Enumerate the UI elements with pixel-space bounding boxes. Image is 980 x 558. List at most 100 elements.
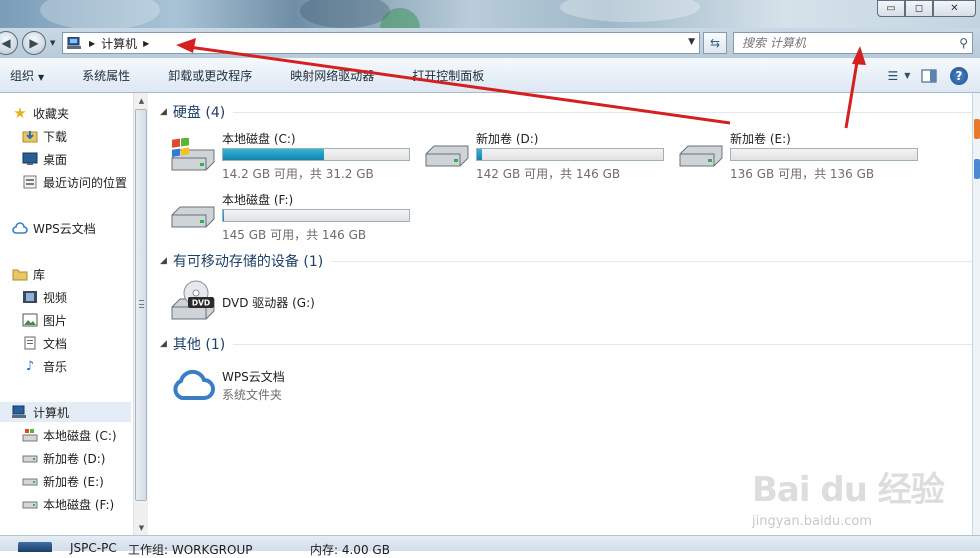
dvd-badge: DVD xyxy=(192,299,210,308)
drive-name: 本地磁盘 (F:) xyxy=(222,193,294,207)
breadcrumb-separator-icon[interactable]: ▶ xyxy=(89,39,95,48)
document-icon xyxy=(22,335,38,351)
nav-label: 收藏夹 xyxy=(33,106,70,121)
dvd-drive-item[interactable]: DVD DVD 驱动器 (G:) xyxy=(170,279,420,327)
open-control-panel-button[interactable]: 打开控制面板 xyxy=(402,67,484,84)
nav-label: 库 xyxy=(33,267,46,282)
view-list-icon: ☰ xyxy=(887,68,899,83)
nav-label: 计算机 xyxy=(33,405,70,420)
search-input[interactable] xyxy=(742,36,942,50)
windows-drive-icon xyxy=(22,427,38,443)
watermark-url: jingyan.baidu.com xyxy=(752,514,872,529)
drive-item-d[interactable]: 新加卷 (D:) 142 GB 可用，共 146 GB xyxy=(424,130,674,182)
nav-item-downloads[interactable]: 下载 xyxy=(22,126,67,146)
star-icon: ★ xyxy=(13,104,27,122)
baidu-watermark: Bai du 经验 jingyan.baidu.com xyxy=(752,462,980,532)
nav-label: 新加卷 (D:) xyxy=(43,451,106,466)
drive-free-space: 14.2 GB 可用，共 31.2 GB xyxy=(222,167,374,181)
help-icon: ? xyxy=(950,66,968,85)
nav-item-pictures[interactable]: 图片 xyxy=(22,310,67,330)
picture-icon xyxy=(22,312,38,328)
chevron-down-icon: ▼ xyxy=(904,71,911,80)
nav-label: 文档 xyxy=(43,336,68,351)
nav-computer[interactable]: 计算机 xyxy=(0,402,131,422)
group-header-removable[interactable]: ◢ 有可移动存储的设备 (1) xyxy=(160,251,978,271)
drive-usage-bar xyxy=(476,148,664,161)
nav-item-videos[interactable]: 视频 xyxy=(22,287,67,307)
nav-item-recent-places[interactable]: 最近访问的位置 xyxy=(22,172,127,192)
video-icon xyxy=(22,289,38,305)
drive-item-e[interactable]: 新加卷 (E:) 136 GB 可用，共 136 GB xyxy=(678,130,928,182)
forward-button[interactable]: ▶ xyxy=(22,31,46,55)
nav-scrollbar[interactable]: ▲ ▼ xyxy=(133,93,148,535)
hard-drive-icon xyxy=(22,450,38,466)
nav-item-drive-e[interactable]: 新加卷 (E:) xyxy=(22,471,104,491)
close-button[interactable]: ✕ xyxy=(933,0,976,17)
preview-pane-button[interactable] xyxy=(916,64,942,88)
group-header-hard-disks[interactable]: ◢ 硬盘 (4) xyxy=(160,102,978,122)
drive-free-space: 142 GB 可用，共 146 GB xyxy=(476,167,621,181)
scroll-down-arrow-icon[interactable]: ▼ xyxy=(134,520,149,535)
drive-item-f[interactable]: 本地磁盘 (F:) 145 GB 可用，共 146 GB xyxy=(170,191,420,243)
refresh-button[interactable]: ⇆ xyxy=(703,32,727,54)
nav-wps-cloud[interactable]: WPS云文档 xyxy=(12,218,96,238)
map-network-drive-button[interactable]: 映射网络驱动器 xyxy=(280,67,374,84)
navigation-pane: ★ 收藏夹 下载 桌面 最近访问的位置 WPS云文档 库 视频 图片 文档 ♪ … xyxy=(0,93,148,535)
group-header-other[interactable]: ◢ 其他 (1) xyxy=(160,334,978,354)
library-icon xyxy=(12,266,28,282)
nav-label: 下载 xyxy=(43,129,68,144)
drive-name: 新加卷 (D:) xyxy=(476,132,539,146)
collapse-triangle-icon[interactable]: ◢ xyxy=(160,339,167,349)
view-options-button[interactable]: ☰ ▼ xyxy=(886,64,912,88)
collapse-triangle-icon[interactable]: ◢ xyxy=(160,107,167,117)
watermark-text: Bai du 经验 xyxy=(752,470,945,510)
nav-item-drive-f[interactable]: 本地磁盘 (F:) xyxy=(22,494,114,514)
address-dropdown-icon[interactable]: ▼ xyxy=(688,37,695,47)
help-button[interactable]: ? xyxy=(946,64,972,88)
group-title: 其他 (1) xyxy=(172,337,226,353)
uninstall-program-button[interactable]: 卸载或更改程序 xyxy=(158,67,252,84)
nav-item-drive-d[interactable]: 新加卷 (D:) xyxy=(22,448,105,468)
nav-item-desktop[interactable]: 桌面 xyxy=(22,149,67,169)
download-folder-icon xyxy=(22,128,38,144)
breadcrumb-computer[interactable]: 计算机 xyxy=(101,35,137,52)
computer-icon xyxy=(12,404,28,420)
computer-icon xyxy=(67,37,81,49)
item-name: WPS云文档 xyxy=(222,370,285,384)
status-workgroup: 工作组: WORKGROUP xyxy=(128,543,253,557)
command-toolbar: 组织 ▼ 系统属性 卸载或更改程序 映射网络驱动器 打开控制面板 ☰ ▼ ? xyxy=(0,58,980,93)
nav-label: 本地磁盘 (F:) xyxy=(43,497,115,512)
drive-name: DVD 驱动器 (G:) xyxy=(222,296,315,310)
breadcrumb-expand-icon[interactable]: ▶ xyxy=(143,39,149,48)
drive-free-space: 145 GB 可用，共 146 GB xyxy=(222,228,367,242)
nav-label: WPS云文档 xyxy=(33,221,96,236)
nav-label: 音乐 xyxy=(43,359,68,374)
group-title: 硬盘 (4) xyxy=(172,105,226,121)
wps-cloud-item[interactable]: WPS云文档 系统文件夹 xyxy=(170,366,420,406)
nav-item-documents[interactable]: 文档 xyxy=(22,333,67,353)
nav-item-music[interactable]: ♪ 音乐 xyxy=(22,356,67,376)
nav-favorites[interactable]: ★ 收藏夹 xyxy=(12,103,69,123)
search-box[interactable]: ⚲ xyxy=(733,32,973,54)
organize-label: 组织 xyxy=(10,68,35,83)
minimize-button[interactable]: ▭ xyxy=(877,0,905,17)
scroll-up-arrow-icon[interactable]: ▲ xyxy=(134,93,149,108)
system-properties-button[interactable]: 系统属性 xyxy=(72,67,130,84)
maximize-button[interactable]: ◻ xyxy=(905,0,933,17)
nav-label: 桌面 xyxy=(43,152,68,167)
scroll-thumb[interactable] xyxy=(135,109,147,501)
hard-drive-icon xyxy=(171,206,215,228)
address-bar[interactable]: ▶ 计算机 ▶ ▼ xyxy=(62,32,700,54)
drive-item-c[interactable]: 本地磁盘 (C:) 14.2 GB 可用，共 31.2 GB xyxy=(170,130,420,182)
search-icon[interactable]: ⚲ xyxy=(959,36,968,50)
organize-button[interactable]: 组织 ▼ xyxy=(0,67,44,84)
nav-label: 最近访问的位置 xyxy=(43,175,128,190)
nav-item-drive-c[interactable]: 本地磁盘 (C:) xyxy=(22,425,117,445)
hard-drive-icon xyxy=(22,473,38,489)
back-button[interactable]: ◀ xyxy=(0,31,18,55)
hard-drive-icon xyxy=(22,496,38,512)
window-titlebar: ▭ ◻ ✕ xyxy=(0,0,980,48)
nav-libraries[interactable]: 库 xyxy=(12,264,45,284)
history-dropdown-icon[interactable]: ▼ xyxy=(50,39,55,47)
collapse-triangle-icon[interactable]: ◢ xyxy=(160,256,167,266)
